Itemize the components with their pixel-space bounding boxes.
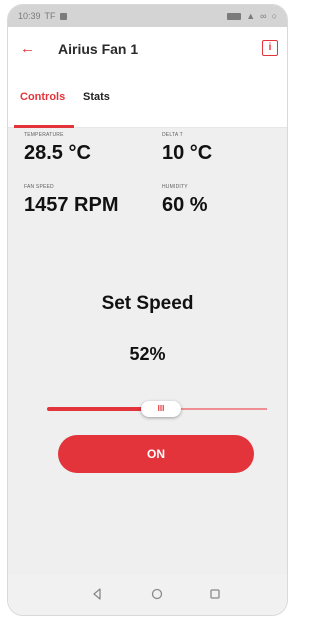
page-title: Airius Fan 1 [58,41,139,57]
on-button[interactable]: ON [58,435,254,473]
grip-icon: III [157,404,165,413]
status-left: 10:39 TF [18,11,67,21]
status-bar: 10:39 TF ▲ ∞ ○ [8,5,287,27]
battery-icon [227,12,242,20]
arrow-left-icon[interactable]: ← [20,39,35,59]
phone-frame: 10:39 TF ▲ ∞ ○ ← Airius Fan 1 i Controls… [7,4,288,616]
status-right: ▲ ∞ ○ [227,11,277,21]
notification-icon [59,12,67,20]
metric-value: 10 °C [162,142,213,164]
metric-temperature: TEMPERATURE 28.5 °C [24,132,91,165]
circle-home-icon[interactable] [149,586,165,602]
metric-label: TEMPERATURE [24,132,64,138]
info-button[interactable]: i [262,40,278,56]
tab-controls[interactable]: Controls [20,91,65,103]
wifi-icon: ∞ [260,11,267,21]
metric-fan-speed: FAN SPEED 1457 RPM [24,184,119,217]
tab-stats[interactable]: Stats [83,91,110,103]
info-icon: i [268,42,272,53]
system-nav-bar [8,575,287,615]
set-speed-title: Set Speed [101,293,194,314]
metric-label: FAN SPEED [24,184,54,190]
speed-value: 52% [129,344,166,364]
metric-delta-t: DELTA T 10 °C [162,132,212,165]
square-recents-icon[interactable] [207,586,223,602]
metric-label: HUMIDITY [162,184,188,190]
status-time: 10:39 [18,11,41,21]
metric-value: 1457 RPM [24,194,119,216]
slider-thumb[interactable]: III [141,401,181,417]
status-carrier: TF [44,11,56,21]
metric-value: 28.5 °C [24,142,91,164]
metric-value: 60 % [162,194,208,216]
speed-slider[interactable]: III [47,401,267,417]
metric-label: DELTA T [162,132,183,138]
controls-panel: TEMPERATURE 28.5 °C DELTA T 10 °C FAN SP… [8,128,287,575]
signal-icon: ▲ [246,11,256,21]
tab-bar: Controls Stats [8,75,287,128]
sync-icon: ○ [271,11,277,21]
app-bar: ← Airius Fan 1 i [8,27,287,75]
triangle-back-icon[interactable] [89,586,105,602]
metric-humidity: HUMIDITY 60 % [162,184,208,217]
